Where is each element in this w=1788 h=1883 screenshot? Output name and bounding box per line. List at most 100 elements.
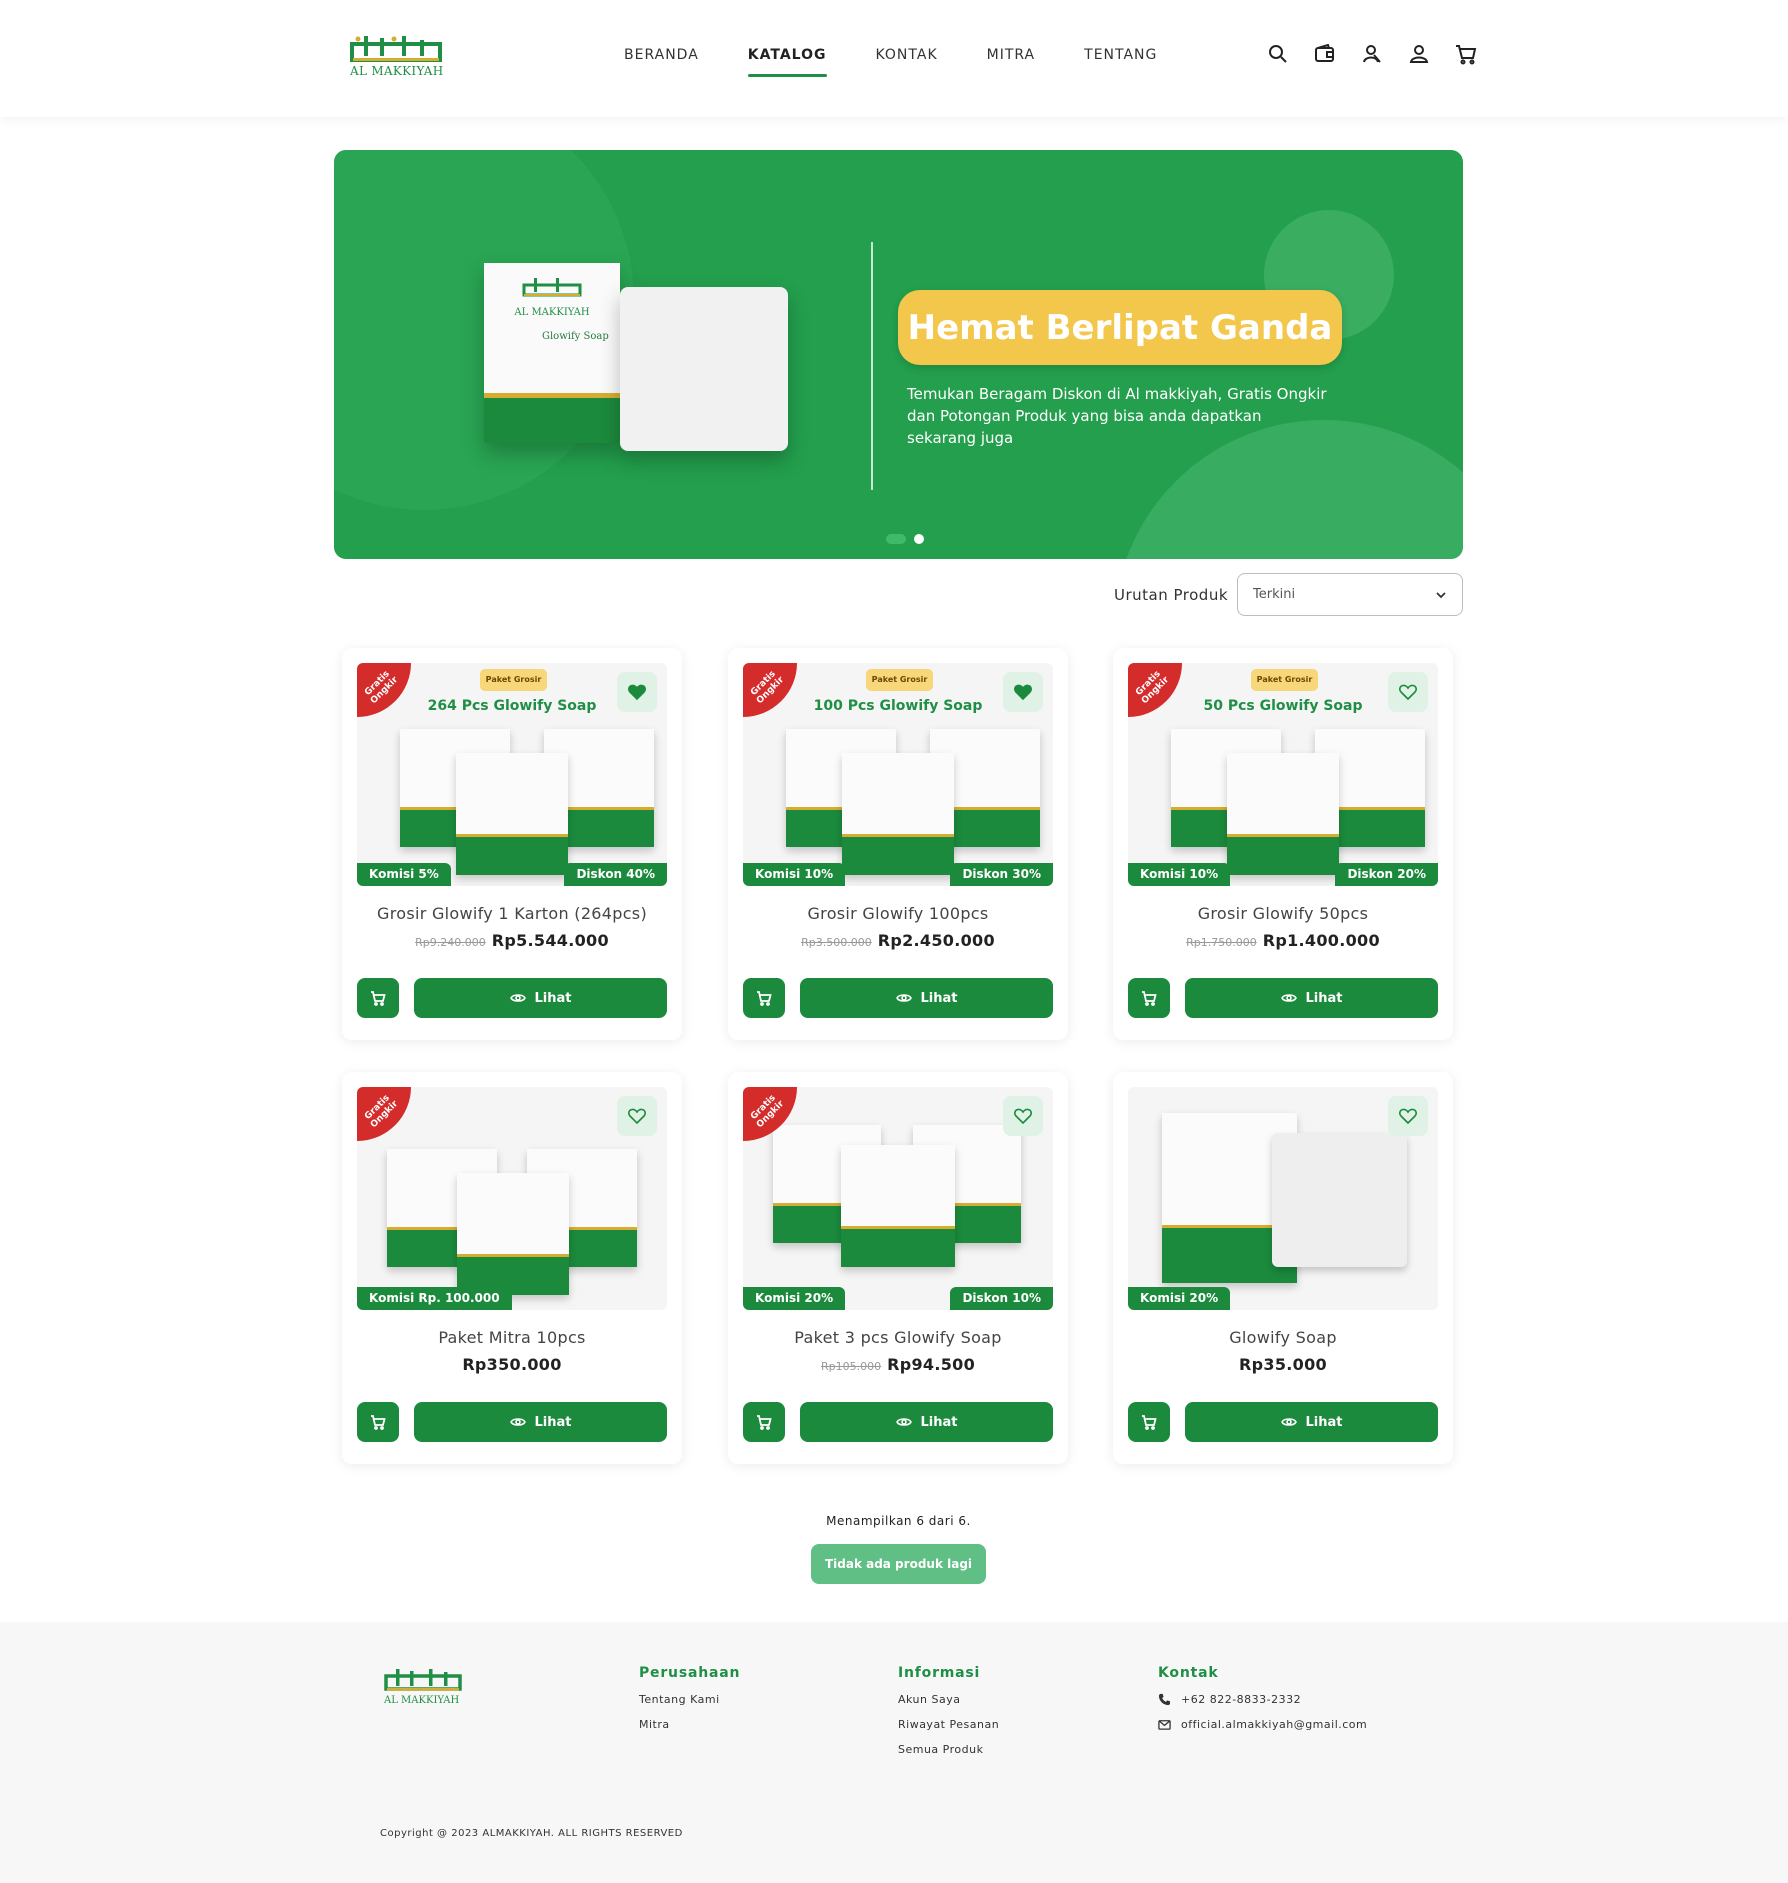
commission-badge: Komisi 20% <box>743 1287 846 1310</box>
old-price: Rp1.750.000 <box>1186 936 1257 949</box>
product-name[interactable]: Grosir Glowify 1 Karton (264pcs) <box>342 904 682 923</box>
price: Rp5.544.000 <box>491 931 609 950</box>
product-image[interactable]: Gratis Ongkir Komisi 20% Diskon 10% <box>743 1087 1053 1310</box>
product-name[interactable]: Glowify Soap <box>1113 1328 1453 1347</box>
brand-logo[interactable]: AL MAKKIYAH <box>350 34 443 82</box>
eye-icon <box>1280 1418 1297 1426</box>
add-to-cart-button[interactable] <box>1128 1402 1170 1442</box>
footer-link-akun-saya[interactable]: Akun Saya <box>898 1693 999 1706</box>
product-image[interactable]: Paket Grosir 50 Pcs Glowify Soap Gratis On… <box>1128 663 1438 886</box>
footer-link-riwayat-pesanan[interactable]: Riwayat Pesanan <box>898 1718 999 1731</box>
cart-icon[interactable] <box>1454 42 1478 66</box>
footer-heading: Kontak <box>1158 1665 1219 1681</box>
product-box-image <box>457 1173 569 1295</box>
package-tag: Paket Grosir <box>1251 669 1318 691</box>
product-name[interactable]: Grosir Glowify 100pcs <box>728 904 1068 923</box>
nav-beranda[interactable]: BERANDA <box>624 47 699 77</box>
banner-description: Temukan Beragam Diskon di Al makkiyah, G… <box>907 385 1327 447</box>
product-image[interactable]: Gratis Ongkir Komisi Rp. 100.000 <box>357 1087 667 1310</box>
old-price: Rp3.500.000 <box>801 936 872 949</box>
product-prices: Rp9.240.000 Rp5.544.000 <box>342 931 682 950</box>
heart-icon <box>1399 684 1417 700</box>
nav-kontak[interactable]: KONTAK <box>876 47 938 77</box>
box-band <box>456 833 568 875</box>
view-label: Lihat <box>534 1414 572 1430</box>
footer-email[interactable]: official.almakkiyah@gmail.com <box>1158 1718 1367 1731</box>
product-box-image <box>456 753 568 875</box>
add-to-cart-button[interactable] <box>1128 978 1170 1018</box>
phone-icon <box>1158 1693 1171 1706</box>
carousel-dots <box>878 534 924 544</box>
box-product: Glowify Soap <box>542 331 609 342</box>
add-to-cart-button[interactable] <box>743 1402 785 1442</box>
no-more-products-button[interactable]: Tidak ada produk lagi <box>811 1544 986 1584</box>
footer-link-semua-produk[interactable]: Semua Produk <box>898 1743 999 1756</box>
product-image[interactable]: Komisi 20% <box>1128 1087 1438 1310</box>
sort-select[interactable]: Terkini <box>1237 573 1463 616</box>
eye-icon <box>1280 994 1297 1002</box>
product-name[interactable]: Paket 3 pcs Glowify Soap <box>728 1328 1068 1347</box>
carousel-dot-1[interactable] <box>886 534 906 544</box>
cart-icon <box>757 991 772 1006</box>
promo-banner[interactable]: AL MAKKIYAH Glowify Soap Hemat Berlipat … <box>334 150 1463 559</box>
product-image[interactable]: Paket Grosir 264 Pcs Glowify Soap Gratis O… <box>357 663 667 886</box>
add-to-cart-button[interactable] <box>357 978 399 1018</box>
heart-icon <box>1399 1108 1417 1124</box>
add-to-cart-button[interactable] <box>743 978 785 1018</box>
favorite-button[interactable] <box>617 672 657 712</box>
footer-brand-name: AL MAKKIYAH <box>384 1695 460 1706</box>
footer-heading: Informasi <box>898 1665 981 1681</box>
eye-icon <box>895 1418 912 1426</box>
view-product-button[interactable]: Lihat <box>800 978 1053 1018</box>
favorite-button[interactable] <box>1003 1096 1043 1136</box>
favorite-button[interactable] <box>1388 1096 1428 1136</box>
user-icon[interactable] <box>1407 42 1431 66</box>
product-name[interactable]: Grosir Glowify 50pcs <box>1113 904 1453 923</box>
heart-icon <box>1014 1108 1032 1124</box>
old-price: Rp9.240.000 <box>415 936 486 949</box>
footer-link-tentang-kami[interactable]: Tentang Kami <box>639 1693 740 1706</box>
footer-link-mitra[interactable]: Mitra <box>639 1718 740 1731</box>
view-label: Lihat <box>1305 990 1343 1006</box>
favorite-button[interactable] <box>617 1096 657 1136</box>
footer-informasi: Informasi Akun Saya Riwayat Pesanan Semu… <box>898 1665 999 1768</box>
product-image[interactable]: Paket Grosir 100 Pcs Glowify Soap Gratis O… <box>743 663 1053 886</box>
copyright: Copyright @ 2023 ALMAKKIYAH. ALL RIGHTS … <box>380 1828 683 1839</box>
product-card: Paket Grosir 264 Pcs Glowify Soap Gratis O… <box>342 648 682 1040</box>
nav-tentang[interactable]: TENTANG <box>1084 47 1157 77</box>
cart-icon <box>371 1415 386 1430</box>
view-label: Lihat <box>920 1414 958 1430</box>
search-icon[interactable] <box>1266 42 1290 66</box>
eye-icon <box>509 994 526 1002</box>
add-to-cart-button[interactable] <box>357 1402 399 1442</box>
footer-phone[interactable]: +62 822-8833-2332 <box>1158 1693 1367 1706</box>
soap-bar-image <box>620 287 788 451</box>
product-prices: Rp35.000 <box>1113 1355 1453 1374</box>
product-prices: Rp3.500.000 Rp2.450.000 <box>728 931 1068 950</box>
product-box-image <box>1227 753 1339 875</box>
favorite-button[interactable] <box>1003 672 1043 712</box>
ribbon-text: Gratis Ongkir <box>363 1093 401 1131</box>
nav-katalog[interactable]: KATALOG <box>747 47 827 77</box>
carousel-dot-2[interactable] <box>914 534 924 544</box>
nav-mitra[interactable]: MITRA <box>987 47 1036 77</box>
view-product-button[interactable]: Lihat <box>800 1402 1053 1442</box>
view-product-button[interactable]: Lihat <box>414 978 667 1018</box>
chevron-down-icon <box>1436 592 1446 599</box>
package-tag: Paket Grosir <box>480 669 547 691</box>
view-product-button[interactable]: Lihat <box>1185 1402 1438 1442</box>
wallet-icon[interactable] <box>1313 42 1337 66</box>
affiliate-icon[interactable] <box>1360 42 1384 66</box>
box-band <box>842 833 954 875</box>
view-product-button[interactable]: Lihat <box>414 1402 667 1442</box>
product-card: Komisi 20% Glowify Soap Rp35.000 Lihat <box>1113 1072 1453 1464</box>
footer-logo[interactable]: AL MAKKIYAH <box>384 1667 462 1706</box>
price: Rp1.400.000 <box>1262 931 1380 950</box>
price: Rp2.450.000 <box>877 931 995 950</box>
sort-value: Terkini <box>1253 587 1296 602</box>
cart-icon <box>1142 1415 1157 1430</box>
favorite-button[interactable] <box>1388 672 1428 712</box>
product-prices: Rp350.000 <box>342 1355 682 1374</box>
view-product-button[interactable]: Lihat <box>1185 978 1438 1018</box>
product-name[interactable]: Paket Mitra 10pcs <box>342 1328 682 1347</box>
